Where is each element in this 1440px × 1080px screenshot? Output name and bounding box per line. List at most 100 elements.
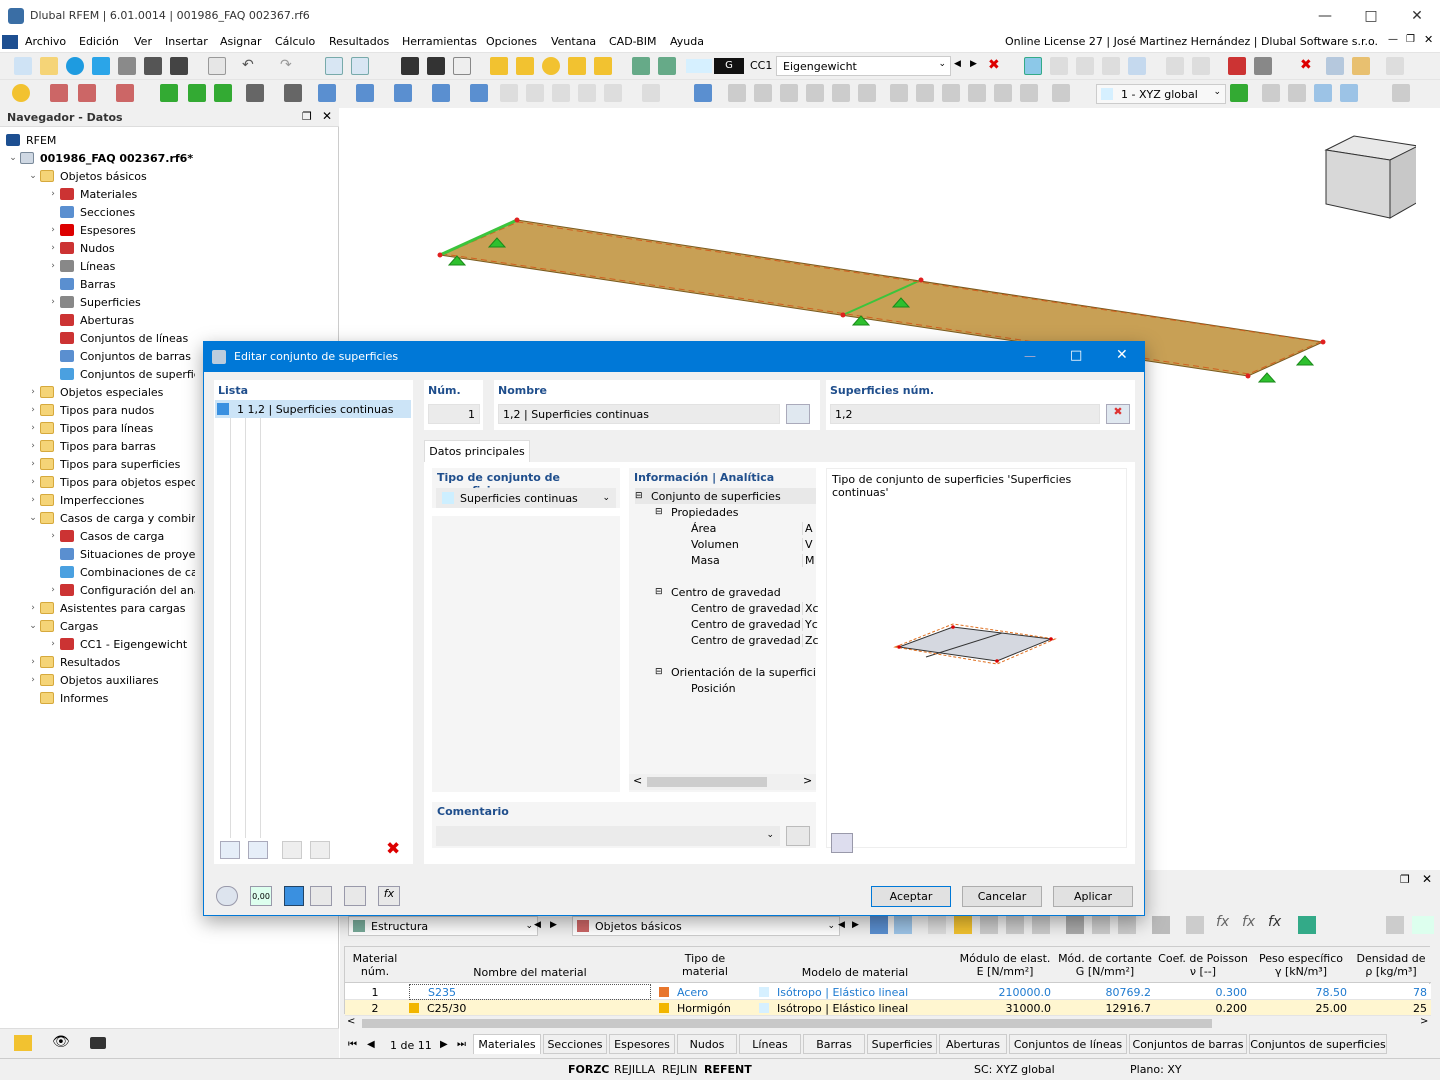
eye-icon[interactable]: 👁 xyxy=(52,1034,70,1050)
pick-surfaces-icon[interactable]: ✖ xyxy=(1106,404,1130,424)
nav-item[interactable]: › Casos de carga xyxy=(46,527,164,545)
navigator-close-icon[interactable]: ✕ xyxy=(322,109,332,123)
member-icon[interactable] xyxy=(116,84,134,102)
menu-calculo[interactable]: Cálculo xyxy=(275,35,315,48)
surface-support-icon[interactable] xyxy=(214,84,232,102)
box-icon[interactable] xyxy=(1326,57,1344,75)
chevron-right-icon[interactable]: › xyxy=(46,585,60,595)
script-icon[interactable] xyxy=(427,57,445,75)
help-icon[interactable] xyxy=(216,886,238,906)
delete-item-icon[interactable]: ✖ xyxy=(386,839,400,859)
connect-icon[interactable] xyxy=(526,84,544,102)
chevron-right-icon[interactable]: › xyxy=(46,189,60,199)
node-2[interactable] xyxy=(514,217,520,223)
nav-item[interactable]: Aberturas xyxy=(46,311,134,329)
panel-icon[interactable] xyxy=(1152,916,1170,934)
table-tab[interactable]: Aberturas xyxy=(939,1034,1007,1054)
decimals-icon[interactable] xyxy=(1412,916,1434,934)
text-tool-icon[interactable] xyxy=(594,57,612,75)
info-tree-item[interactable]: Masa M xyxy=(675,552,816,568)
table-tab[interactable]: Superficies xyxy=(867,1034,937,1054)
node-5[interactable] xyxy=(840,312,846,318)
nav-item[interactable]: ⌄ Casos de carga y combinaciones xyxy=(26,509,195,527)
table-cell-name[interactable]: C25/30 xyxy=(409,1000,651,1016)
column-header[interactable]: Módulo de elast. E [N/mm²] xyxy=(955,952,1055,978)
print-preview-icon[interactable] xyxy=(118,57,136,75)
copy-item-icon[interactable] xyxy=(248,841,268,859)
nav-item[interactable]: › Tipos para objetos especiales xyxy=(26,473,195,491)
maximize-button[interactable]: □ xyxy=(1348,0,1394,32)
table-cell-G[interactable]: 12916.7 xyxy=(1059,1000,1152,1016)
app-menu-icon[interactable] xyxy=(2,35,18,49)
chevron-down-icon[interactable]: ⌄ xyxy=(6,153,20,163)
distribute-icon[interactable] xyxy=(916,84,934,102)
chevron-right-icon[interactable]: › xyxy=(46,297,60,307)
scroll-left-icon[interactable]: < xyxy=(633,774,642,787)
table-cell-num[interactable]: 1 xyxy=(349,984,401,1000)
line-support-icon[interactable] xyxy=(188,84,206,102)
nav-item[interactable]: › Objetos auxiliares xyxy=(26,671,158,689)
view-icon[interactable] xyxy=(344,886,366,906)
node-tool-icon[interactable] xyxy=(516,57,534,75)
table-cell-E[interactable]: 210000.0 xyxy=(959,984,1052,1000)
chevron-right-icon[interactable]: › xyxy=(26,495,40,505)
abc-icon[interactable] xyxy=(1186,916,1204,934)
menu-asignar[interactable]: Asignar xyxy=(220,35,262,48)
menu-ver[interactable]: Ver xyxy=(134,35,152,48)
clear-icon[interactable] xyxy=(1066,916,1084,934)
scroll-thumb[interactable] xyxy=(362,1019,1212,1028)
type-select[interactable]: Superficies continuas ⌄ xyxy=(436,488,616,508)
tree-root[interactable]: RFEM xyxy=(6,131,56,149)
join-icon[interactable] xyxy=(604,84,622,102)
nav-item[interactable]: Combinaciones de carga xyxy=(46,563,195,581)
new-item-icon[interactable] xyxy=(220,841,240,859)
nav-item[interactable]: Situaciones de proyecto xyxy=(46,545,195,563)
collapse-icon[interactable]: ⊟ xyxy=(655,507,665,517)
tab-datos-principales[interactable]: Datos principales xyxy=(424,440,530,462)
table-cell-rho[interactable]: 25 xyxy=(1355,1000,1427,1016)
nav-item[interactable]: Informes xyxy=(26,689,108,707)
nav-item[interactable]: Barras xyxy=(46,275,116,293)
spline-icon[interactable] xyxy=(780,84,798,102)
results-icon[interactable] xyxy=(1228,57,1246,75)
render-icon[interactable] xyxy=(1128,57,1146,75)
table-tab[interactable]: Materiales xyxy=(473,1034,541,1054)
copy-icon[interactable] xyxy=(470,84,488,102)
table-excel-icon[interactable] xyxy=(954,916,972,934)
comment-edit-icon[interactable] xyxy=(786,826,810,846)
nav-item[interactable]: › Espesores xyxy=(46,221,135,239)
status-rejilla[interactable]: REJILLA xyxy=(614,1063,655,1076)
nav-item[interactable]: › Nudos xyxy=(46,239,114,257)
filter-icon[interactable] xyxy=(694,84,712,102)
check-icon[interactable] xyxy=(282,841,302,859)
redo-icon[interactable]: ↷ xyxy=(280,57,298,75)
nav-item[interactable]: › Resultados xyxy=(26,653,120,671)
menu-ventana[interactable]: Ventana xyxy=(551,35,596,48)
comment-field[interactable]: ⌄ xyxy=(436,826,780,846)
chevron-right-icon[interactable]: › xyxy=(46,639,60,649)
support-icon[interactable] xyxy=(1257,372,1277,383)
cloud-icon[interactable] xyxy=(66,57,84,75)
table-cell-G[interactable]: 80769.2 xyxy=(1059,984,1152,1000)
structure-select[interactable]: Estructura ⌄ xyxy=(348,916,538,936)
table-tab[interactable]: Conjuntos de superficies xyxy=(1249,1034,1387,1054)
nav-item[interactable]: Conjuntos de superficies xyxy=(46,365,195,383)
clear-selection-icon[interactable]: ✖ xyxy=(1300,57,1318,75)
curve-icon[interactable] xyxy=(754,84,772,102)
print-table-icon[interactable] xyxy=(1386,916,1404,934)
menu-resultados[interactable]: Resultados xyxy=(329,35,389,48)
tree-file[interactable]: ⌄ 001986_FAQ 002367.rf6* xyxy=(6,149,193,167)
menu-archivo[interactable]: Archivo xyxy=(25,35,66,48)
node-1[interactable] xyxy=(437,252,443,258)
line-icon[interactable] xyxy=(50,84,68,102)
column-header[interactable]: Modelo de material xyxy=(755,966,955,979)
table-tab[interactable]: Conjuntos de líneas xyxy=(1009,1034,1127,1054)
views-icon[interactable] xyxy=(1392,84,1410,102)
open-icon[interactable] xyxy=(40,57,58,75)
column-header[interactable]: Tipo de material xyxy=(655,952,755,978)
dimension-icon[interactable] xyxy=(632,57,650,75)
chevron-right-icon[interactable]: › xyxy=(46,243,60,253)
chevron-right-icon[interactable]: › xyxy=(26,459,40,469)
accept-button[interactable]: Aceptar xyxy=(871,886,951,907)
align-icon[interactable] xyxy=(890,84,908,102)
